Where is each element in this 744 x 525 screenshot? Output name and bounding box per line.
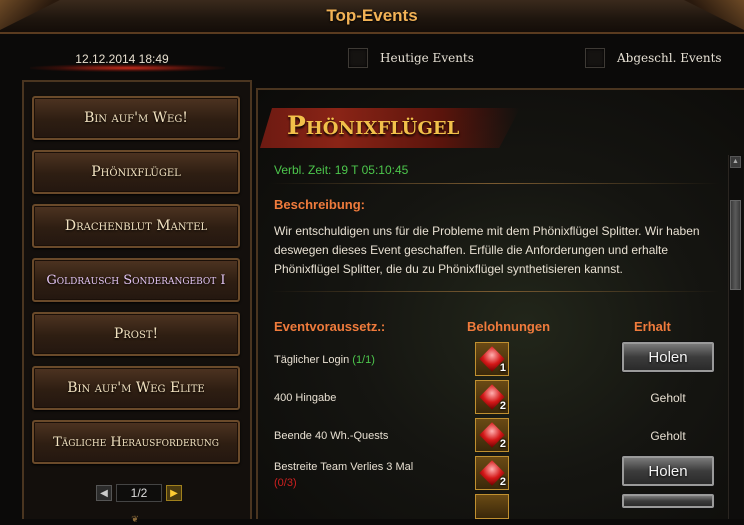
claimed-status: Geholt — [650, 429, 686, 443]
event-item-bin-aufm-weg-elite[interactable]: Bin auf'm Weg Elite — [32, 366, 240, 410]
requirement-row-1: Täglicher Login (1/1) — [274, 354, 375, 366]
reward-count: 1 — [499, 362, 506, 374]
event-item-bin-aufm-weg[interactable]: Bin auf'm Weg! — [32, 96, 240, 140]
reward-item[interactable]: 2 — [475, 418, 509, 452]
claimed-status: Geholt — [650, 391, 686, 405]
claim-button-partial[interactable] — [622, 494, 714, 508]
arrow-right-icon[interactable]: ▶ — [166, 485, 182, 501]
rewards-header: Belohnungen — [467, 319, 551, 334]
reward-count: 2 — [499, 400, 506, 412]
arrow-left-icon[interactable]: ◀ — [96, 485, 112, 501]
event-item-phoenixfluegel[interactable]: Phönixflügel — [32, 150, 240, 194]
completed-events-filter[interactable]: Abgeschl. Events — [585, 48, 722, 68]
clipped-text — [285, 150, 535, 157]
datetime: 12.12.2014 18:49 — [75, 52, 169, 66]
remaining-time: Verbl. Zeit: 19 T 05:10:45 — [274, 163, 409, 177]
receive-header: Erhalt — [634, 319, 671, 334]
event-item-goldrausch[interactable]: Goldrausch Sonderangebot I — [32, 258, 240, 302]
requirements-header: Eventvoraussetz.: — [274, 319, 386, 334]
event-list-panel: Bin auf'm Weg! Phönixflügel Drachenblut … — [22, 80, 252, 524]
today-events-filter[interactable]: Heutige Events — [348, 48, 474, 68]
divider — [270, 291, 720, 292]
page-indicator: 1/2 — [116, 484, 162, 502]
description-text: Wir entschuldigen uns für die Probleme m… — [274, 224, 700, 276]
requirement-progress: (0/3) — [274, 477, 297, 489]
divider — [270, 183, 720, 184]
requirement-row-4: Bestreite Team Verlies 3 Mal (0/3) — [274, 461, 413, 489]
reward-count: 2 — [499, 476, 506, 488]
title-bar: Top-Events — [0, 0, 744, 34]
event-item-taegliche-herausforderung[interactable]: Tägliche Herausforderung — [32, 420, 240, 464]
requirement-text: Beende 40 Wh.-Quests — [274, 430, 389, 442]
reward-item[interactable]: 2 — [475, 380, 509, 414]
event-item-drachenblut-mantel[interactable]: Drachenblut Mantel — [32, 204, 240, 248]
completed-events-label: Abgeschl. Events — [617, 51, 722, 65]
ornament-icon: ❦ — [131, 514, 139, 524]
today-events-label: Heutige Events — [380, 51, 474, 65]
reward-item[interactable] — [475, 494, 509, 519]
requirement-progress: (1/1) — [352, 354, 375, 366]
claim-button[interactable]: Holen — [622, 456, 714, 486]
requirement-text: 400 Hingabe — [274, 392, 337, 404]
claim-button[interactable]: Holen — [622, 342, 714, 372]
requirement-row-3: Beende 40 Wh.-Quests — [274, 430, 388, 442]
description-heading: Beschreibung: — [274, 197, 366, 212]
reward-count: 2 — [499, 438, 506, 450]
window-title: Top-Events — [326, 6, 418, 25]
requirement-text: Täglicher Login — [274, 354, 350, 366]
completed-events-checkbox[interactable] — [585, 48, 605, 68]
requirement-row-2: 400 Hingabe — [274, 392, 336, 404]
today-events-checkbox[interactable] — [348, 48, 368, 68]
reward-item[interactable]: 2 — [475, 456, 509, 490]
pager: ◀ 1/2 ▶ — [96, 484, 182, 502]
event-title: Phönixflügel — [287, 111, 460, 140]
reward-item[interactable]: 1 — [475, 342, 509, 376]
event-item-prost[interactable]: Prost! — [32, 312, 240, 356]
scroll-up-icon[interactable]: ▲ — [730, 156, 741, 168]
scroll-thumb[interactable] — [730, 200, 741, 290]
requirement-text: Bestreite Team Verlies 3 Mal — [274, 461, 414, 473]
